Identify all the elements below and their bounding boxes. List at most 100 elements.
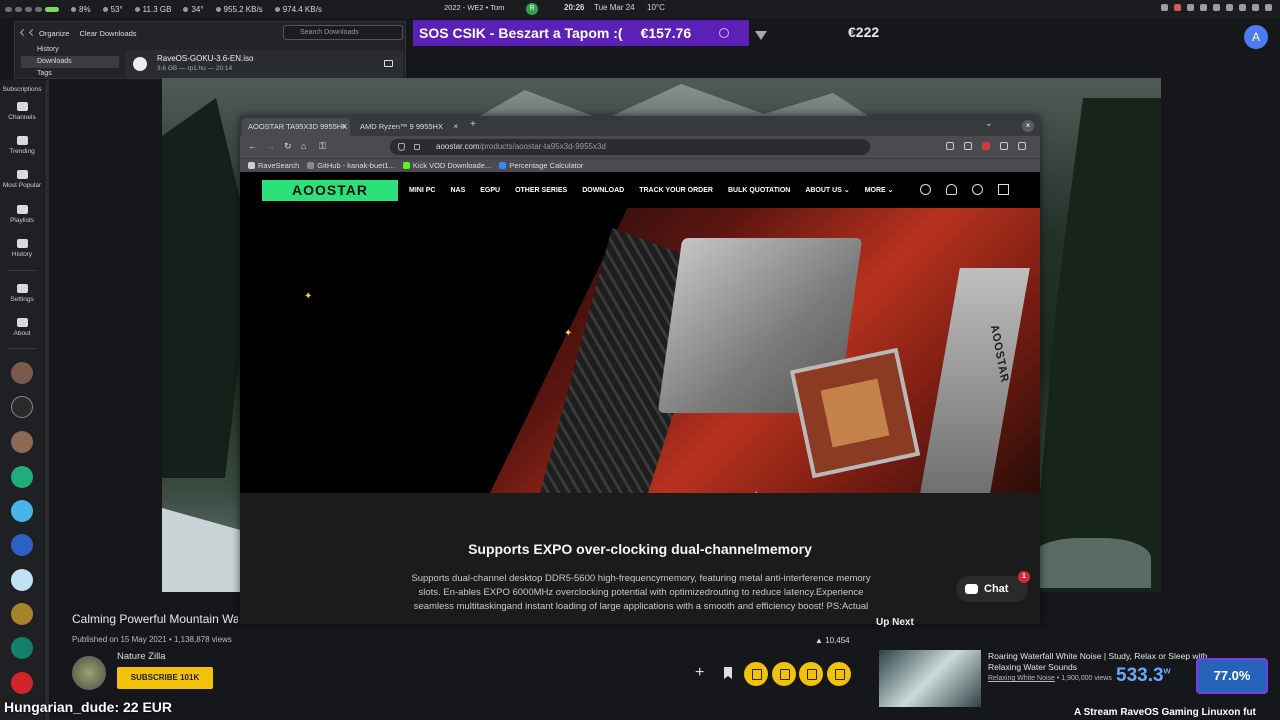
network-icon[interactable] <box>1252 4 1259 11</box>
channel-avatar[interactable] <box>11 431 33 453</box>
menu-item-track-order[interactable]: TRACK YOUR ORDER <box>639 187 713 194</box>
sidebar-item-playlists[interactable]: Playlists <box>0 205 44 224</box>
clear-downloads-button[interactable]: Clear Downloads <box>79 29 136 38</box>
channel-avatar[interactable] <box>11 466 33 488</box>
power-icon[interactable] <box>1265 4 1272 11</box>
sidebar-item-about[interactable]: About <box>0 318 44 337</box>
account-avatar[interactable]: A <box>1244 25 1268 49</box>
cart-icon[interactable] <box>998 184 1009 195</box>
active-window-title[interactable]: 2022 - WE2 • Tom <box>444 3 504 12</box>
channel-avatar[interactable] <box>11 500 33 522</box>
app-indicator-icon[interactable]: R <box>526 3 538 15</box>
menu-item-download[interactable]: DOWNLOAD <box>582 187 624 194</box>
ublock-icon[interactable] <box>982 142 990 150</box>
shield-icon[interactable] <box>398 143 405 151</box>
sidebar-item-trending[interactable]: Trending <box>0 136 44 155</box>
download-icon[interactable] <box>946 142 954 150</box>
site-logo[interactable]: AOOSTAR <box>262 180 398 201</box>
home-icon[interactable]: ⌂ <box>301 141 306 151</box>
channel-avatar[interactable] <box>11 396 33 418</box>
sidebar-scrollbar[interactable] <box>45 80 49 720</box>
bookmark-icon[interactable] <box>724 667 732 679</box>
lock-icon[interactable] <box>414 144 420 150</box>
close-icon[interactable]: × <box>341 118 346 136</box>
tray-icon[interactable] <box>1187 4 1194 11</box>
sidebar-item-history[interactable]: History <box>0 239 44 258</box>
sidebar-item-subscriptions[interactable]: Subscriptions <box>0 86 44 93</box>
up-next-thumbnail[interactable] <box>879 650 981 707</box>
channel-avatar[interactable] <box>72 656 106 690</box>
forward-icon[interactable]: → <box>266 141 275 151</box>
tray-icon[interactable] <box>1200 4 1207 11</box>
tray-record-icon[interactable] <box>1174 4 1181 11</box>
close-icon[interactable]: × <box>453 118 458 136</box>
vpn-icon[interactable] <box>1000 142 1008 150</box>
downloads-search-input[interactable]: Search Downloads <box>283 25 403 40</box>
workspace-dot-active[interactable] <box>45 6 59 12</box>
menu-item-mini-pc[interactable]: MINI PC <box>409 187 435 194</box>
up-next-channel[interactable]: Relaxing White Noise <box>988 675 1055 682</box>
download-item[interactable]: RaveOS-GOKU-3.6-EN.iso 3.6 GB — rp1.hu —… <box>125 50 403 78</box>
chat-button[interactable]: Chat 1 <box>956 571 1030 602</box>
tray-icon[interactable] <box>1161 4 1168 11</box>
workspace-dot[interactable] <box>25 6 32 12</box>
menu-item-nas[interactable]: NAS <box>450 187 465 194</box>
sidebar-item-settings[interactable]: Settings <box>0 284 44 303</box>
channel-avatar[interactable] <box>11 672 33 694</box>
download-button[interactable] <box>772 662 796 686</box>
add-to-playlist-icon[interactable]: + <box>695 664 704 682</box>
channel-avatar[interactable] <box>11 603 33 625</box>
channel-avatar[interactable] <box>11 569 33 591</box>
account-icon[interactable] <box>946 184 957 195</box>
tab-amd[interactable]: AMD Ryzen™ 9 9955HX × <box>354 118 462 136</box>
subscribe-button[interactable]: SUBSCRIBE 101K <box>117 667 213 689</box>
menu-item-egpu[interactable]: EGPU <box>480 187 500 194</box>
channel-name[interactable]: Nature Zilla <box>117 651 166 662</box>
share-button[interactable] <box>827 662 851 686</box>
workspace-indicator[interactable] <box>5 6 59 12</box>
back-icon[interactable]: ← <box>248 141 257 151</box>
extensions-icon[interactable] <box>964 142 972 150</box>
microphone-icon[interactable] <box>1226 4 1233 11</box>
menu-item-more[interactable]: MORE ⌄ <box>865 186 894 194</box>
filter-icon[interactable] <box>755 31 767 40</box>
search-icon[interactable] <box>719 28 729 38</box>
bookmark-item[interactable]: Kick VOD Downloade... <box>402 161 491 170</box>
menu-item-other-series[interactable]: OTHER SERIES <box>515 187 567 194</box>
channel-avatar[interactable] <box>11 637 33 659</box>
workspace-dot[interactable] <box>35 6 42 12</box>
channel-avatar[interactable] <box>11 362 33 384</box>
clock-time[interactable]: 20:26 <box>564 3 584 12</box>
bookmark-item[interactable]: GitHub - kanak-buet1... <box>307 161 395 170</box>
copy-button[interactable] <box>799 662 823 686</box>
place-history[interactable]: History <box>21 44 119 56</box>
open-folder-icon[interactable] <box>384 60 393 67</box>
menu-item-bulk-quotation[interactable]: BULK QUOTATION <box>728 187 790 194</box>
channel-avatar[interactable] <box>11 534 33 556</box>
sidebar-item-channels[interactable]: Channels <box>0 102 44 121</box>
bookmark-item[interactable]: Percentage Calculator <box>499 161 583 170</box>
chevron-down-icon[interactable]: ⌄ <box>985 118 993 129</box>
globe-icon[interactable] <box>920 184 931 195</box>
place-tags[interactable]: Tags <box>21 68 119 80</box>
volume-icon[interactable] <box>1239 4 1246 11</box>
workspace-dot[interactable] <box>15 6 22 12</box>
key-icon[interactable]: ⚿ <box>319 141 326 152</box>
tray-icon[interactable] <box>1213 4 1220 11</box>
weather-widget[interactable]: 10°C <box>647 3 665 12</box>
search-icon[interactable] <box>972 184 983 195</box>
new-tab-icon[interactable]: + <box>470 119 476 130</box>
window-close-icon[interactable]: × <box>1022 120 1034 132</box>
up-next-title[interactable]: Roaring Waterfall White Noise | Study, R… <box>988 651 1218 673</box>
sidebar-item-most-popular[interactable]: Most Popular <box>0 170 44 189</box>
clock-date[interactable]: Tue Mar 24 <box>594 3 635 12</box>
tab-aoostar[interactable]: AOOSTAR TA95X3D 9955HX × <box>242 118 350 136</box>
menu-item-about-us[interactable]: ABOUT US ⌄ <box>805 186 849 194</box>
url-input[interactable]: aoostar.com/products/aoostar-ta95x3d-995… <box>390 139 870 155</box>
workspace-dot[interactable] <box>5 6 12 12</box>
place-downloads[interactable]: Downloads <box>21 56 119 68</box>
open-external-button[interactable] <box>744 662 768 686</box>
organize-menu[interactable]: Organize <box>39 29 69 38</box>
menu-icon[interactable] <box>1018 142 1026 150</box>
bookmark-item[interactable]: RaveSearch <box>248 161 299 170</box>
